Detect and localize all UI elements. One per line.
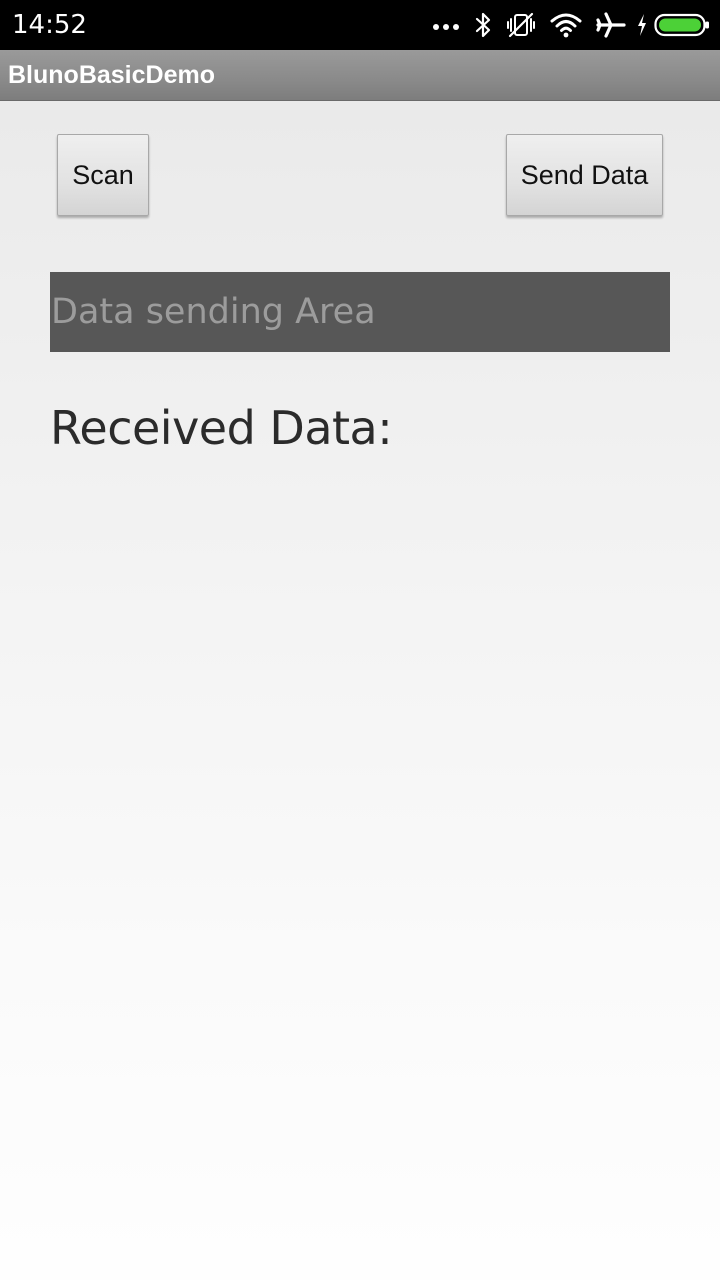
more-dots-icon bbox=[432, 19, 460, 31]
status-time: 14:52 bbox=[12, 10, 87, 40]
charging-icon bbox=[636, 13, 648, 37]
battery-icon bbox=[654, 12, 710, 38]
send-data-button[interactable]: Send Data bbox=[506, 134, 663, 216]
status-bar: 14:52 bbox=[0, 0, 720, 50]
app-title-bar: BlunoBasicDemo bbox=[0, 50, 720, 101]
received-data-label: Received Data: bbox=[50, 401, 393, 455]
airplane-mode-icon bbox=[596, 11, 626, 39]
data-sending-input[interactable] bbox=[50, 272, 670, 352]
status-icons bbox=[418, 0, 710, 50]
app-title: BlunoBasicDemo bbox=[8, 61, 215, 89]
wifi-icon bbox=[550, 12, 582, 38]
bluetooth-icon bbox=[474, 11, 492, 39]
vibrate-off-icon bbox=[506, 11, 536, 39]
scan-button[interactable]: Scan bbox=[57, 134, 149, 216]
